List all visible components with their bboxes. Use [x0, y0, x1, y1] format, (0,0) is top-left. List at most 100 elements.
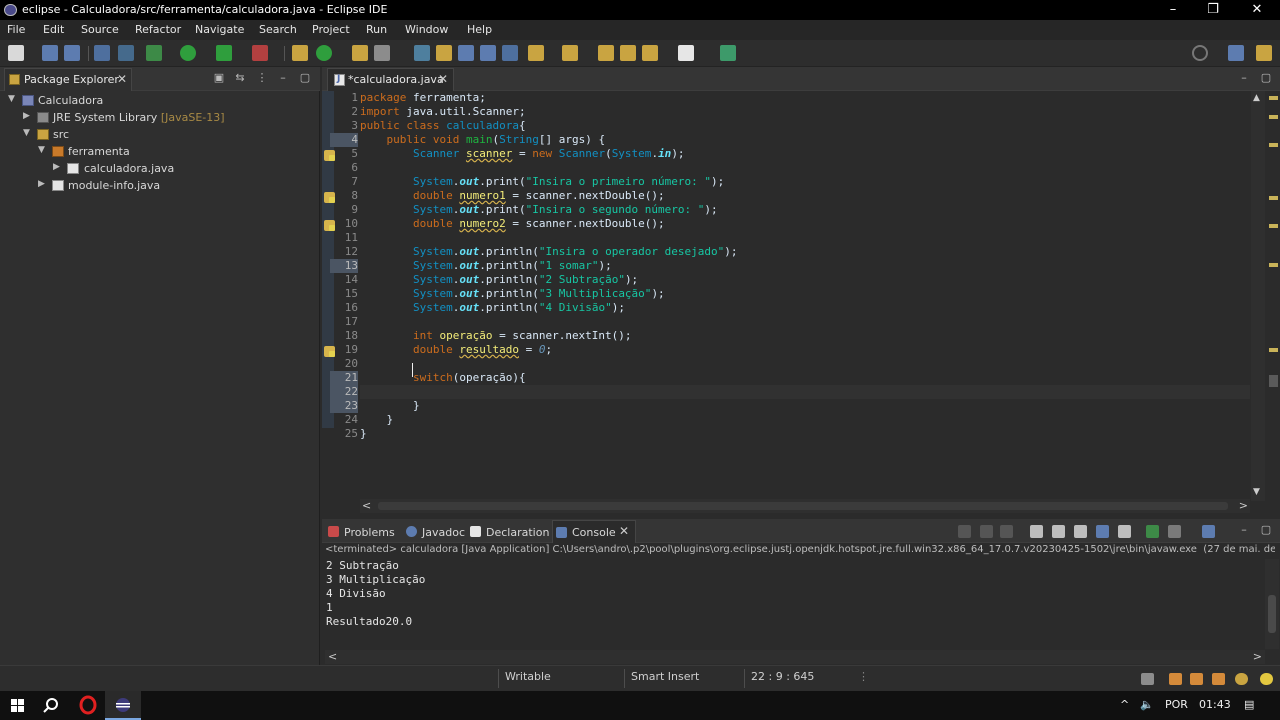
eclipse-taskbar-button[interactable] — [105, 691, 141, 720]
collapsed-arrow-icon[interactable]: ▶ — [23, 111, 30, 121]
collapsed-arrow-icon[interactable]: ▶ — [53, 162, 60, 172]
editor-vertical-scrollbar[interactable]: ▲ ▼ — [1251, 91, 1265, 501]
overview-annotation[interactable] — [1269, 96, 1278, 100]
maximize-view-icon[interactable]: ▢ — [299, 72, 311, 84]
overview-annotation[interactable] — [1269, 224, 1278, 228]
warning-marker-icon[interactable] — [324, 150, 335, 161]
skip-breakpoints-icon[interactable] — [118, 45, 134, 61]
overview-cursor-marker[interactable] — [1269, 375, 1278, 387]
start-button[interactable] — [0, 691, 36, 720]
overview-annotation[interactable] — [1269, 143, 1278, 147]
package-explorer-tab[interactable]: Package Explorer ✕ — [4, 68, 132, 91]
new-java-project-icon[interactable] — [292, 45, 308, 61]
search-taskbar-button[interactable] — [34, 691, 70, 720]
last-edit-icon[interactable] — [598, 45, 614, 61]
menu-edit[interactable]: Edit — [43, 23, 64, 36]
java-perspective-icon[interactable] — [1256, 45, 1272, 61]
tab-javadoc[interactable]: Javadoc — [406, 522, 466, 542]
warning-marker-icon[interactable] — [324, 192, 335, 203]
minimize-view-icon[interactable]: – — [1238, 524, 1250, 536]
pin-editor-icon[interactable] — [720, 45, 736, 61]
show-whitespace-icon[interactable] — [480, 45, 496, 61]
next-annotation-icon[interactable] — [528, 45, 544, 61]
terminate-icon[interactable] — [958, 525, 971, 538]
show-console-error-icon[interactable] — [1118, 525, 1131, 538]
expanded-arrow-icon[interactable]: ▼ — [23, 128, 30, 138]
open-console-icon[interactable] — [1202, 525, 1215, 538]
console-vertical-scrollbar[interactable] — [1265, 559, 1279, 649]
save-all-icon[interactable] — [64, 45, 80, 61]
close-icon[interactable]: ✕ — [117, 72, 127, 86]
scroll-down-icon[interactable]: ▼ — [1253, 487, 1260, 497]
scroll-right-icon[interactable]: > — [1253, 650, 1262, 663]
help-icon[interactable] — [1235, 673, 1248, 685]
tab-declaration[interactable]: Declaration — [470, 522, 549, 542]
menu-window[interactable]: Window — [405, 23, 448, 36]
status-cursor-position[interactable]: 22 : 9 : 645 — [751, 670, 814, 683]
menu-search[interactable]: Search — [259, 23, 297, 36]
previous-annotation-icon[interactable] — [562, 45, 578, 61]
link-with-editor-icon[interactable]: ⇆ — [234, 72, 246, 84]
language-indicator[interactable]: POR — [1165, 698, 1188, 711]
tab-problems[interactable]: Problems — [328, 522, 402, 542]
tip-icon[interactable] — [1141, 673, 1154, 685]
collapsed-arrow-icon[interactable]: ▶ — [38, 179, 45, 189]
tab-console[interactable]: Console ✕ — [552, 520, 636, 543]
close-icon[interactable]: ✕ — [619, 524, 629, 538]
tree-item-calculadora-java[interactable]: ▶ calculadora.java — [0, 160, 320, 177]
scrollbar-thumb[interactable] — [1268, 595, 1276, 633]
opera-taskbar-button[interactable] — [70, 691, 106, 720]
overview-annotation[interactable] — [1269, 263, 1278, 267]
show-hidden-icons-icon[interactable]: ^ — [1120, 698, 1129, 711]
code-editor[interactable]: package ferramenta; import java.util.Sca… — [360, 91, 1250, 501]
open-perspective-icon[interactable] — [1228, 45, 1244, 61]
notifications-icon[interactable] — [1212, 673, 1225, 685]
open-type-icon[interactable] — [352, 45, 368, 61]
editor-horizontal-scrollbar[interactable]: < > — [360, 499, 1250, 513]
overview-annotation[interactable] — [1269, 196, 1278, 200]
scroll-left-icon[interactable]: < — [362, 499, 371, 512]
coverage-icon[interactable] — [216, 45, 232, 61]
remove-all-terminated-icon[interactable] — [1000, 525, 1013, 538]
toggle-mark-occurrences-icon[interactable] — [414, 45, 430, 61]
menu-file[interactable]: File — [7, 23, 25, 36]
editor-tab-calculadora[interactable]: *calculadora.java ✕ — [327, 68, 454, 91]
minimize-view-icon[interactable]: – — [1238, 72, 1250, 84]
tree-item-src[interactable]: ▼ src — [0, 126, 320, 143]
back-icon[interactable] — [620, 45, 636, 61]
new-class-icon[interactable] — [316, 45, 332, 61]
maximize-view-icon[interactable]: ▢ — [1260, 72, 1272, 84]
volume-icon[interactable]: 🔈 — [1140, 698, 1154, 711]
terminal-icon[interactable] — [94, 45, 110, 61]
status-menu-icon[interactable]: ⋮ — [858, 670, 869, 683]
scroll-left-icon[interactable]: < — [328, 650, 337, 663]
forward-arrow-icon[interactable] — [678, 45, 694, 61]
tree-item-ferramenta[interactable]: ▼ ferramenta — [0, 143, 320, 160]
back-arrow-icon[interactable] — [642, 45, 658, 61]
pilcrow-icon[interactable] — [502, 45, 518, 61]
restore-button[interactable]: ❐ — [1190, 1, 1236, 19]
marketplace-icon[interactable] — [1169, 673, 1182, 685]
menu-source[interactable]: Source — [81, 23, 119, 36]
tree-item-module-info[interactable]: ▶ module-info.java — [0, 177, 320, 194]
search-tool-icon[interactable] — [374, 45, 390, 61]
menu-help[interactable]: Help — [467, 23, 492, 36]
tree-item-jre-system-library[interactable]: ▶ JRE System Library [JavaSE-13] — [0, 109, 320, 126]
scroll-lock-icon[interactable] — [1052, 525, 1065, 538]
run-icon[interactable] — [180, 45, 196, 61]
scroll-right-icon[interactable]: > — [1239, 499, 1248, 512]
search-icon[interactable] — [1192, 45, 1208, 61]
display-selected-console-icon[interactable] — [1168, 525, 1181, 538]
expanded-arrow-icon[interactable]: ▼ — [38, 145, 45, 155]
warning-marker-icon[interactable] — [324, 220, 335, 231]
tree-item-calculadora[interactable]: ▼ Calculadora — [0, 92, 320, 109]
toggle-block-selection-icon[interactable] — [458, 45, 474, 61]
lightbulb-icon[interactable] — [1260, 673, 1273, 685]
close-icon[interactable]: ✕ — [438, 72, 448, 86]
expanded-arrow-icon[interactable]: ▼ — [8, 94, 15, 104]
debug-icon[interactable] — [146, 45, 162, 61]
overview-annotation[interactable] — [1269, 348, 1278, 352]
save-icon[interactable] — [42, 45, 58, 61]
collapse-all-icon[interactable]: ▣ — [213, 72, 225, 84]
warning-marker-icon[interactable] — [324, 346, 335, 357]
